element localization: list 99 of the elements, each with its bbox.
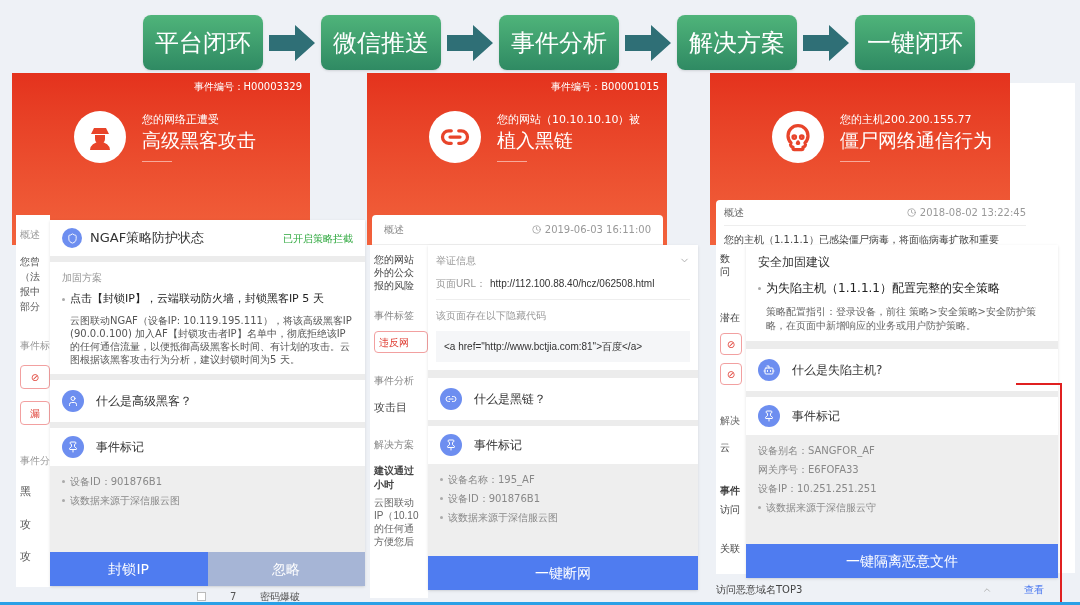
- analysis-fragment: 攻击目: [374, 400, 408, 416]
- summary-fragment: 外的公众: [374, 266, 415, 279]
- section-label: 潜在: [720, 311, 741, 325]
- section-label: 概述: [724, 206, 744, 220]
- solution-fragment: 云图联动: [374, 495, 415, 509]
- summary-text: 您的主机（1.1.1.1）已感染僵尸病毒，将面临病毒扩散和重要: [724, 233, 1000, 247]
- url-value: http://112.100.88.40/hcz/062508.html: [490, 277, 655, 291]
- device-info: 设备ID：901876B1: [448, 492, 541, 506]
- section-label: 事件分: [20, 454, 50, 468]
- advice-detail: 策略配置指引：登录设备，前往 策略>安全策略>安全防护策略，在页面中新增响应的业务或用户防护策略。: [765, 305, 1037, 333]
- section-title: 事件标记: [474, 437, 522, 454]
- row-index: 7: [230, 590, 237, 604]
- event-row-text: 访问恶意域名TOP3: [716, 583, 803, 597]
- action-button[interactable]: 封锁IP: [50, 552, 208, 586]
- skull-icon: [783, 122, 813, 152]
- bot-icon: [758, 359, 780, 381]
- analysis-fragment: 黑: [20, 484, 32, 500]
- solution-fragment: 建议通过: [374, 463, 415, 478]
- view-link[interactable]: 查看: [1024, 582, 1044, 597]
- action-button[interactable]: 一键隔离恶意文件: [746, 544, 1058, 578]
- device-info: 设备别名：SANGFOR_AF: [758, 444, 875, 458]
- section-label: 概述: [20, 228, 41, 242]
- section-title: 安全加固建议: [758, 254, 831, 271]
- flow-step: 平台闭环: [143, 15, 263, 70]
- device-info: 该数据来源于深信服云守: [766, 501, 876, 515]
- section-label: 事件标签: [374, 309, 415, 323]
- device-info: 设备ID：901876B1: [70, 474, 163, 489]
- policy-title: NGAF策略防护状态: [90, 229, 205, 248]
- action-button[interactable]: 忽略: [207, 552, 365, 586]
- alert-title: 植入黑链: [497, 128, 574, 153]
- summary-fragment: 数: [720, 252, 731, 265]
- device-info: 该数据来源于深信服云图: [70, 493, 180, 508]
- summary-fragment: 问: [720, 265, 731, 278]
- summary-fragment: 您曾: [20, 255, 41, 269]
- flow-step: 微信推送: [321, 15, 441, 70]
- section-label: 事件: [720, 484, 741, 498]
- device-info: 网关序号：E6FOFA33: [758, 463, 859, 477]
- arrow-icon: [803, 22, 849, 63]
- solution-fragment: 的任何通: [374, 521, 415, 535]
- action-button[interactable]: 一键断网: [428, 556, 698, 590]
- pin-icon: [440, 434, 462, 456]
- section-label: 事件分析: [374, 374, 415, 388]
- analysis-fragment: 攻: [20, 516, 32, 533]
- pin-icon: [758, 405, 780, 427]
- tag-chip: ⊘: [720, 333, 742, 355]
- user-icon: [62, 389, 84, 412]
- alert-subtitle: 您的网络正遭受: [142, 112, 220, 129]
- section-label: 事件标: [20, 339, 50, 353]
- section-title: 事件标记: [792, 408, 840, 425]
- summary-fragment: 报的风险: [374, 279, 415, 292]
- section-label: 解决方案: [374, 437, 415, 452]
- section-label: 加固方案: [62, 271, 103, 285]
- solution-fragment: IP（10.10: [374, 508, 420, 522]
- summary-time: 2018-08-02 13:22:45: [919, 206, 1026, 220]
- event-row-text: 访问: [720, 503, 741, 517]
- code-block: <a href="http://www.bctjia.com:81">百度</a>: [436, 331, 690, 362]
- solution-fragment: 小时: [374, 477, 395, 492]
- flow-step: 一键闭环: [855, 15, 975, 70]
- summary-fragment: 报中: [20, 285, 41, 299]
- clock-icon: [906, 208, 916, 217]
- row-checkbox[interactable]: [197, 592, 206, 601]
- event-row-text: 关联: [720, 542, 741, 556]
- summary-fragment: （法: [20, 270, 41, 284]
- alert-title: 高级黑客攻击: [142, 128, 256, 153]
- summary-fragment: 您的网站: [374, 253, 415, 266]
- policy-status: 已开启策略拦截: [283, 231, 353, 246]
- event-number: 事件编号：B00001015: [551, 80, 659, 94]
- pin-icon: [62, 435, 84, 458]
- device-info: 该数据来源于深信服云图: [448, 511, 558, 525]
- clock-icon: [531, 225, 541, 234]
- plan-detail: 云图联动NGAF（设备IP: 10.119.195.111），将该高级黑客IP (90.0.0.100) 加入AF【封锁攻击者IP】名单中，彻底拒绝该IP的任何通信流量，以便抵御高级黑客长时间、有计划的攻击。云图根据该黑客攻击行为分析，建议封锁时间为5 天。: [69, 313, 353, 366]
- arrow-icon: [269, 22, 315, 63]
- section-label: 该页面存在以下隐藏代码: [436, 309, 547, 323]
- solution-fragment: 方便您后: [374, 534, 415, 548]
- alert-subtitle: 您的主机200.200.155.77: [840, 112, 973, 129]
- section-label: 举证信息: [436, 254, 476, 268]
- shield-icon: [62, 228, 82, 248]
- arrow-icon: [625, 22, 671, 63]
- section-label: 解决: [720, 414, 741, 428]
- device-info: 设备IP：10.251.251.251: [758, 482, 877, 496]
- alert-subtitle: 您的网站（10.10.10.10）被: [497, 112, 641, 129]
- solution-fragment: 云: [720, 441, 731, 455]
- flow-step: 解决方案: [677, 15, 797, 70]
- summary-time: 2019-06-03 16:11:00: [544, 223, 651, 237]
- event-number: 事件编号：H00003329: [193, 80, 302, 94]
- tag-chip: ⊘: [720, 363, 742, 385]
- link-icon: [440, 388, 462, 410]
- section-label: 概述: [384, 223, 404, 237]
- alert-title: 僵尸网络通信行为: [840, 128, 992, 153]
- summary-fragment: 部分: [20, 300, 41, 314]
- analysis-fragment: 攻: [20, 549, 32, 565]
- section-title: 事件标记: [96, 438, 144, 456]
- advice-headline: 为失陷主机（1.1.1.1）配置完整的安全策略: [766, 280, 1000, 297]
- arrow-icon: [447, 22, 493, 63]
- row-name: 密码爆破: [260, 590, 301, 604]
- device-info: 设备名称：195_AF: [448, 473, 535, 487]
- flow-step: 事件分析: [499, 15, 619, 70]
- url-label: 页面URL：: [436, 277, 486, 291]
- plan-headline: 点击【封锁IP】，云端联动防火墙，封锁黑客IP 5 天: [70, 291, 324, 307]
